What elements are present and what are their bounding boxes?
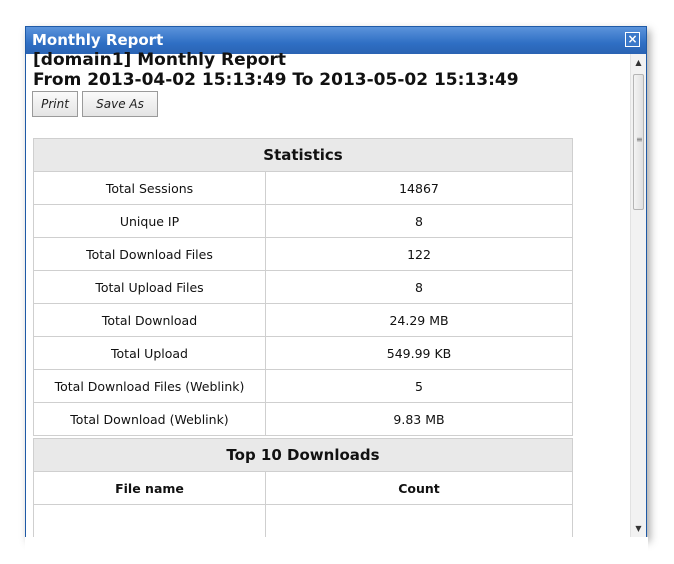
stat-label: Total Upload Files [33, 270, 266, 304]
print-button[interactable]: Print [32, 91, 78, 117]
stat-value: 549.99 KB [265, 336, 573, 370]
table-row: Unique IP 8 [33, 204, 573, 238]
stat-label: Total Download (Weblink) [33, 402, 266, 436]
save-as-button[interactable]: Save As [82, 91, 158, 117]
scroll-up-arrow-icon[interactable]: ▲ [634, 58, 643, 67]
stat-label: Total Sessions [33, 171, 266, 205]
page-background [25, 537, 648, 564]
stat-value: 8 [265, 270, 573, 304]
scroll-thumb[interactable]: ≡ [633, 74, 644, 210]
table-row: Total Download (Weblink) 9.83 MB [33, 402, 573, 436]
table-row: Total Download Files (Weblink) 5 [33, 369, 573, 403]
report-range: From 2013-04-02 15:13:49 To 2013-05-02 1… [33, 70, 519, 90]
report-heading: [domain1] Monthly Report From 2013-04-02… [33, 50, 519, 90]
stat-value: 24.29 MB [265, 303, 573, 337]
dialog-title: Monthly Report [32, 31, 164, 49]
top-downloads-header: Top 10 Downloads [33, 438, 573, 472]
table-row [33, 504, 573, 538]
table-row: Total Download Files 122 [33, 237, 573, 271]
statistics-header: Statistics [33, 138, 573, 172]
stat-label: Total Upload [33, 336, 266, 370]
grip-icon: ≡ [636, 135, 643, 144]
top-downloads-table: Top 10 Downloads File name Count [33, 438, 573, 538]
table-row: Total Upload Files 8 [33, 270, 573, 304]
stat-value: 5 [265, 369, 573, 403]
stat-label: Total Download [33, 303, 266, 337]
statistics-table: Statistics Total Sessions 14867 Unique IP… [33, 138, 573, 436]
column-header-file-name[interactable]: File name [33, 471, 266, 505]
table-row: Total Upload 549.99 KB [33, 336, 573, 370]
table-row: Total Download 24.29 MB [33, 303, 573, 337]
stat-value: 9.83 MB [265, 402, 573, 436]
column-header-count[interactable]: Count [265, 471, 573, 505]
stat-label: Total Download Files (Weblink) [33, 369, 266, 403]
stat-value: 14867 [265, 171, 573, 205]
table-cell [265, 504, 573, 538]
scroll-down-arrow-icon[interactable]: ▼ [634, 524, 643, 533]
vertical-scrollbar[interactable]: ▲ ≡ ▼ [630, 54, 646, 537]
report-title: [domain1] Monthly Report [33, 50, 286, 70]
table-row: Total Sessions 14867 [33, 171, 573, 205]
stat-value: 8 [265, 204, 573, 238]
table-cell [33, 504, 266, 538]
close-icon[interactable]: × [625, 32, 640, 47]
stat-value: 122 [265, 237, 573, 271]
stat-label: Total Download Files [33, 237, 266, 271]
stat-label: Unique IP [33, 204, 266, 238]
